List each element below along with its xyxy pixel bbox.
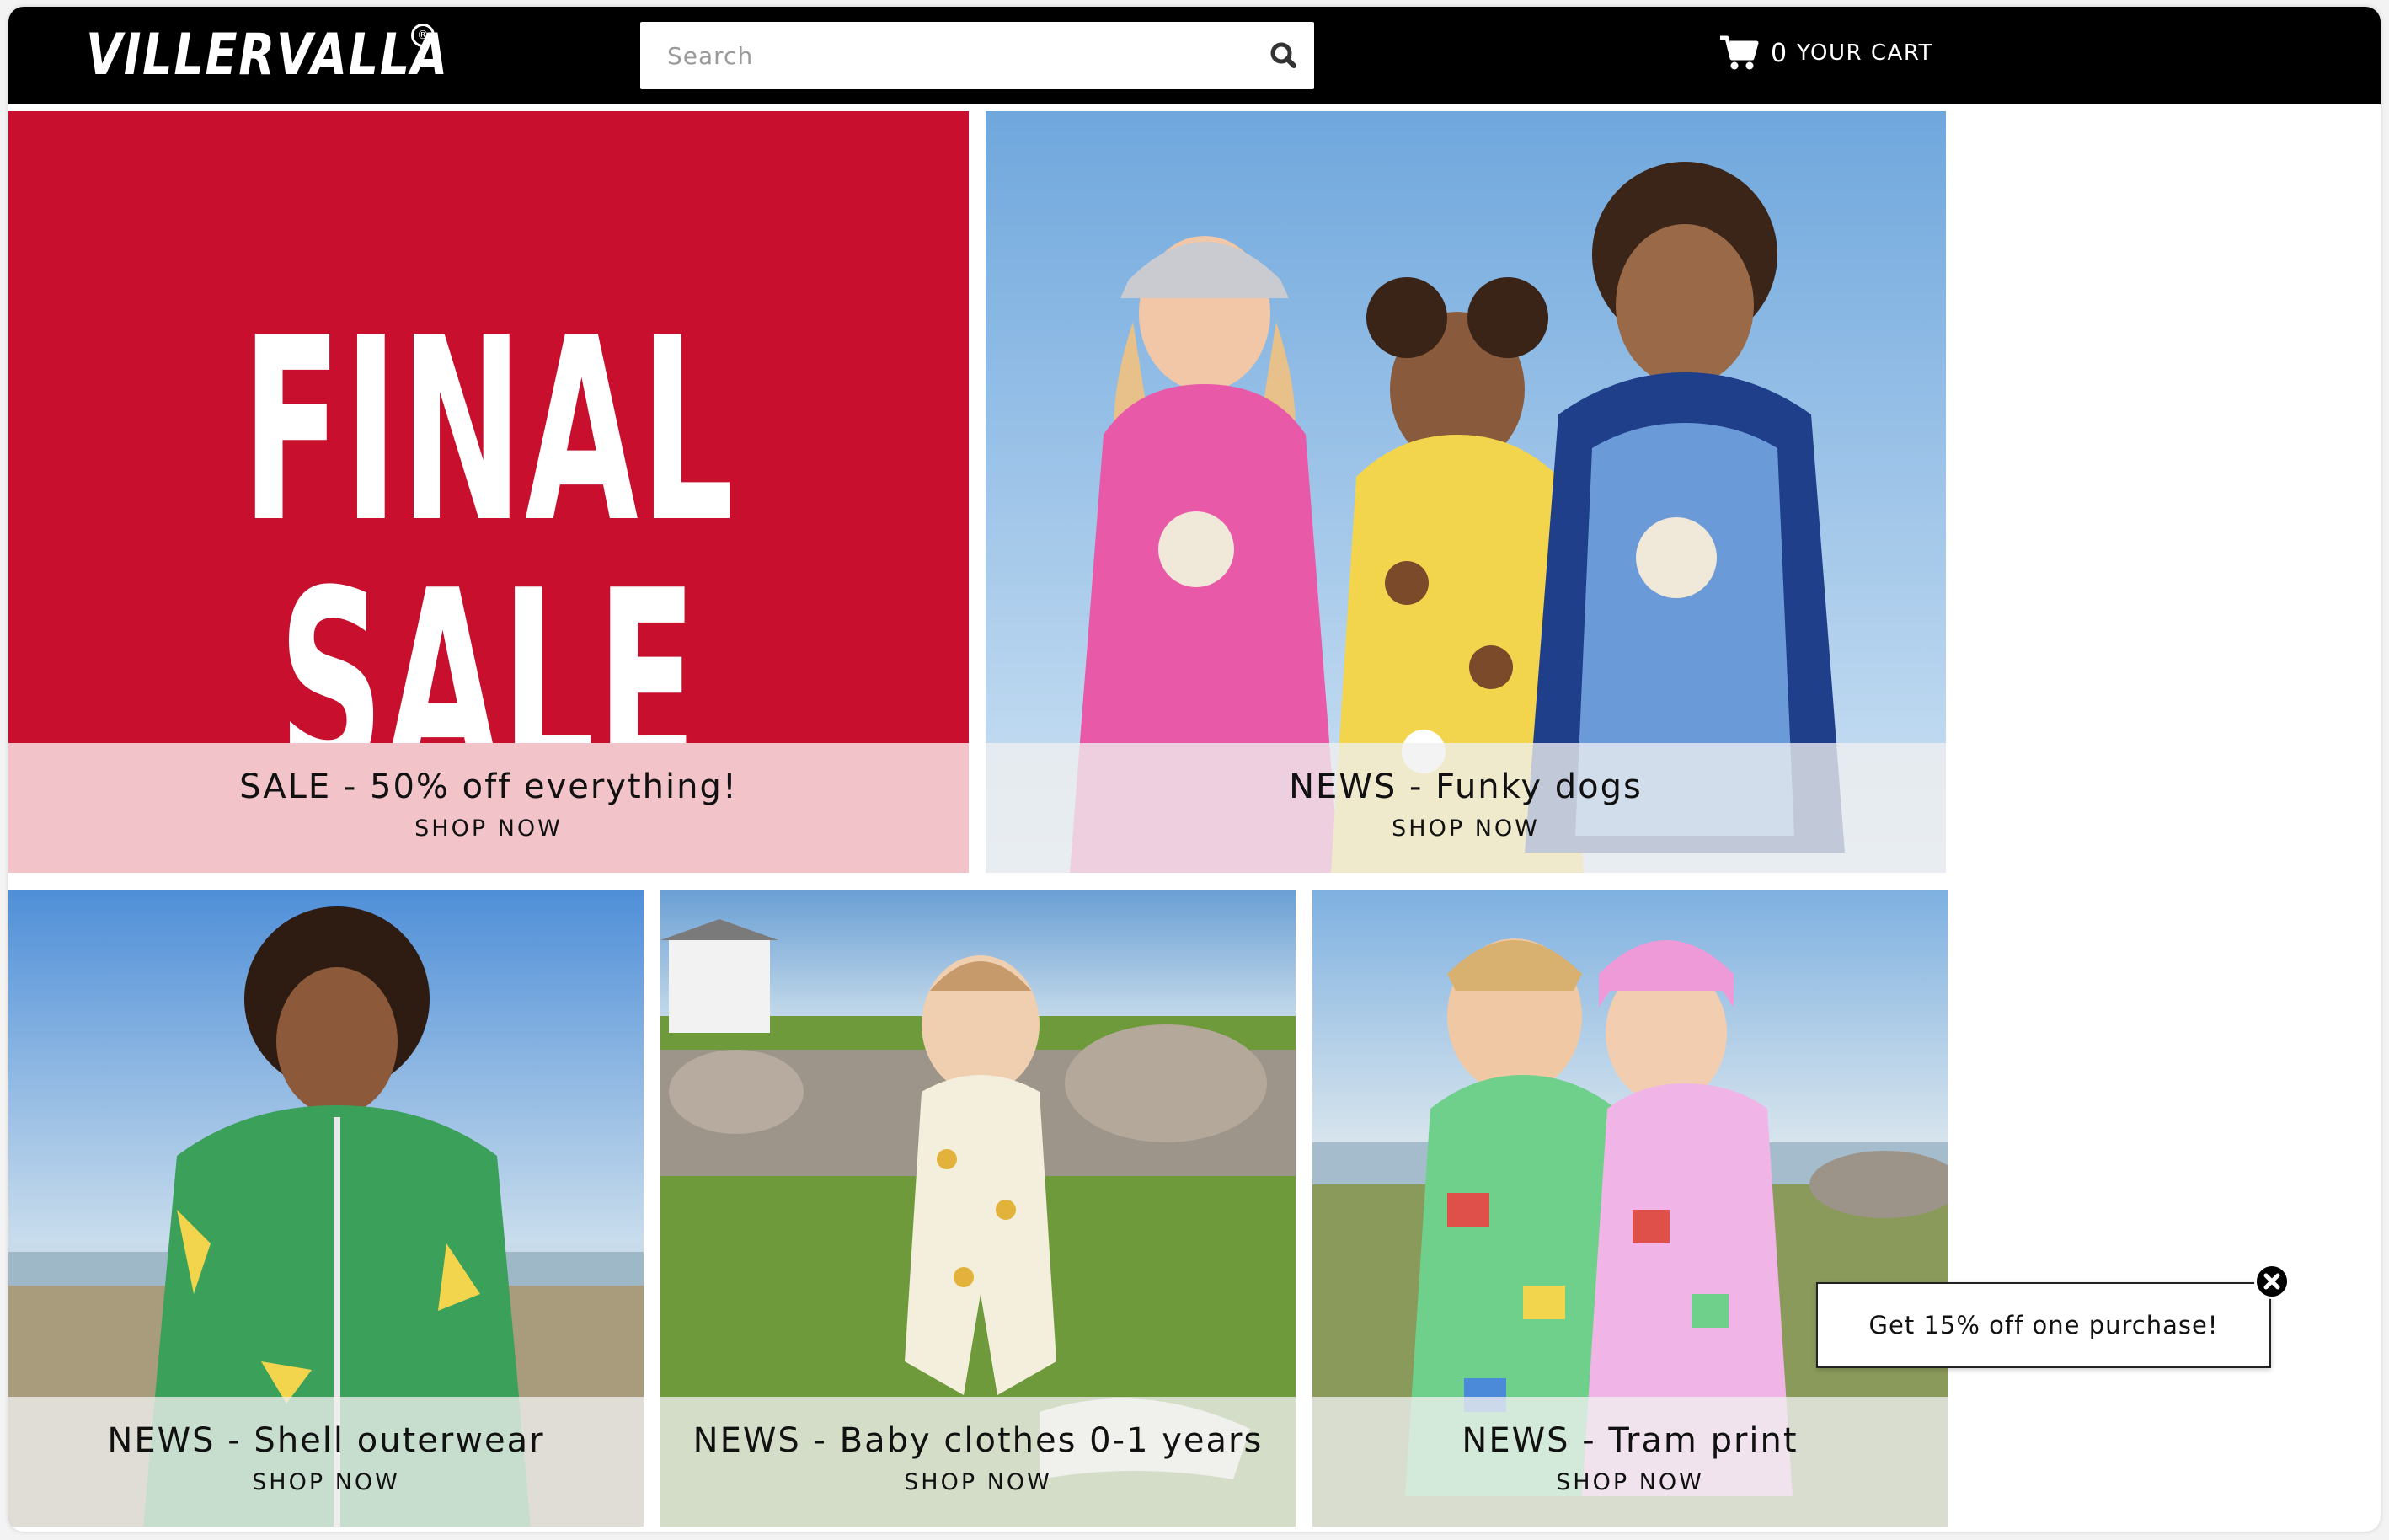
site-header: VILLERVALLA ® 0 YOUR CART bbox=[8, 7, 2381, 104]
shop-now-link[interactable]: SHOP NOW bbox=[1392, 815, 1540, 842]
tile-caption: NEWS - Tram print SHOP NOW bbox=[1312, 1397, 1948, 1527]
site-logo[interactable]: VILLERVALLA bbox=[86, 22, 449, 89]
search-button[interactable] bbox=[1264, 35, 1304, 76]
baby-clothes-tile[interactable]: NEWS - Baby clothes 0-1 years SHOP NOW bbox=[660, 890, 1296, 1527]
cart-icon bbox=[1720, 35, 1759, 70]
tram-print-tile[interactable]: NEWS - Tram print SHOP NOW bbox=[1312, 890, 1948, 1527]
shop-now-link[interactable]: SHOP NOW bbox=[1556, 1469, 1704, 1495]
cart-count: 0 bbox=[1771, 38, 1788, 68]
tile-title: NEWS - Shell outerwear bbox=[107, 1421, 545, 1460]
shop-now-link[interactable]: SHOP NOW bbox=[414, 815, 563, 842]
funky-dogs-tile[interactable]: NEWS - Funky dogs SHOP NOW bbox=[986, 111, 1946, 873]
tile-caption: SALE - 50% off everything! SHOP NOW bbox=[8, 743, 969, 873]
cart-label: YOUR CART bbox=[1797, 40, 1933, 66]
tile-caption: NEWS - Baby clothes 0-1 years SHOP NOW bbox=[660, 1397, 1296, 1527]
search-bar bbox=[640, 22, 1314, 89]
search-icon bbox=[1270, 42, 1296, 68]
cart-link[interactable]: 0 YOUR CART bbox=[1718, 32, 1933, 74]
registered-mark-icon: ® bbox=[411, 24, 435, 47]
browser-page: VILLERVALLA ® 0 YOUR CART FINAL SALE bbox=[8, 7, 2381, 1532]
close-icon bbox=[2263, 1273, 2280, 1290]
sale-banner-tile[interactable]: FINAL SALE SALE - 50% off everything! SH… bbox=[8, 111, 969, 873]
discount-popup[interactable]: Get 15% off one purchase! bbox=[1816, 1282, 2271, 1368]
tile-title: NEWS - Funky dogs bbox=[1289, 767, 1643, 806]
shop-now-link[interactable]: SHOP NOW bbox=[252, 1469, 400, 1495]
tile-title: SALE - 50% off everything! bbox=[239, 767, 738, 806]
shell-outerwear-tile[interactable]: NEWS - Shell outerwear SHOP NOW bbox=[8, 890, 644, 1527]
shop-now-link[interactable]: SHOP NOW bbox=[904, 1469, 1052, 1495]
tile-title: NEWS - Baby clothes 0-1 years bbox=[692, 1421, 1264, 1460]
popup-close-button[interactable] bbox=[2254, 1264, 2290, 1299]
search-input[interactable] bbox=[640, 22, 1257, 89]
final-sale-heading: FINAL SALE bbox=[241, 284, 736, 831]
tile-caption: NEWS - Funky dogs SHOP NOW bbox=[986, 743, 1946, 873]
tile-title: NEWS - Tram print bbox=[1462, 1421, 1798, 1460]
tile-caption: NEWS - Shell outerwear SHOP NOW bbox=[8, 1397, 644, 1527]
